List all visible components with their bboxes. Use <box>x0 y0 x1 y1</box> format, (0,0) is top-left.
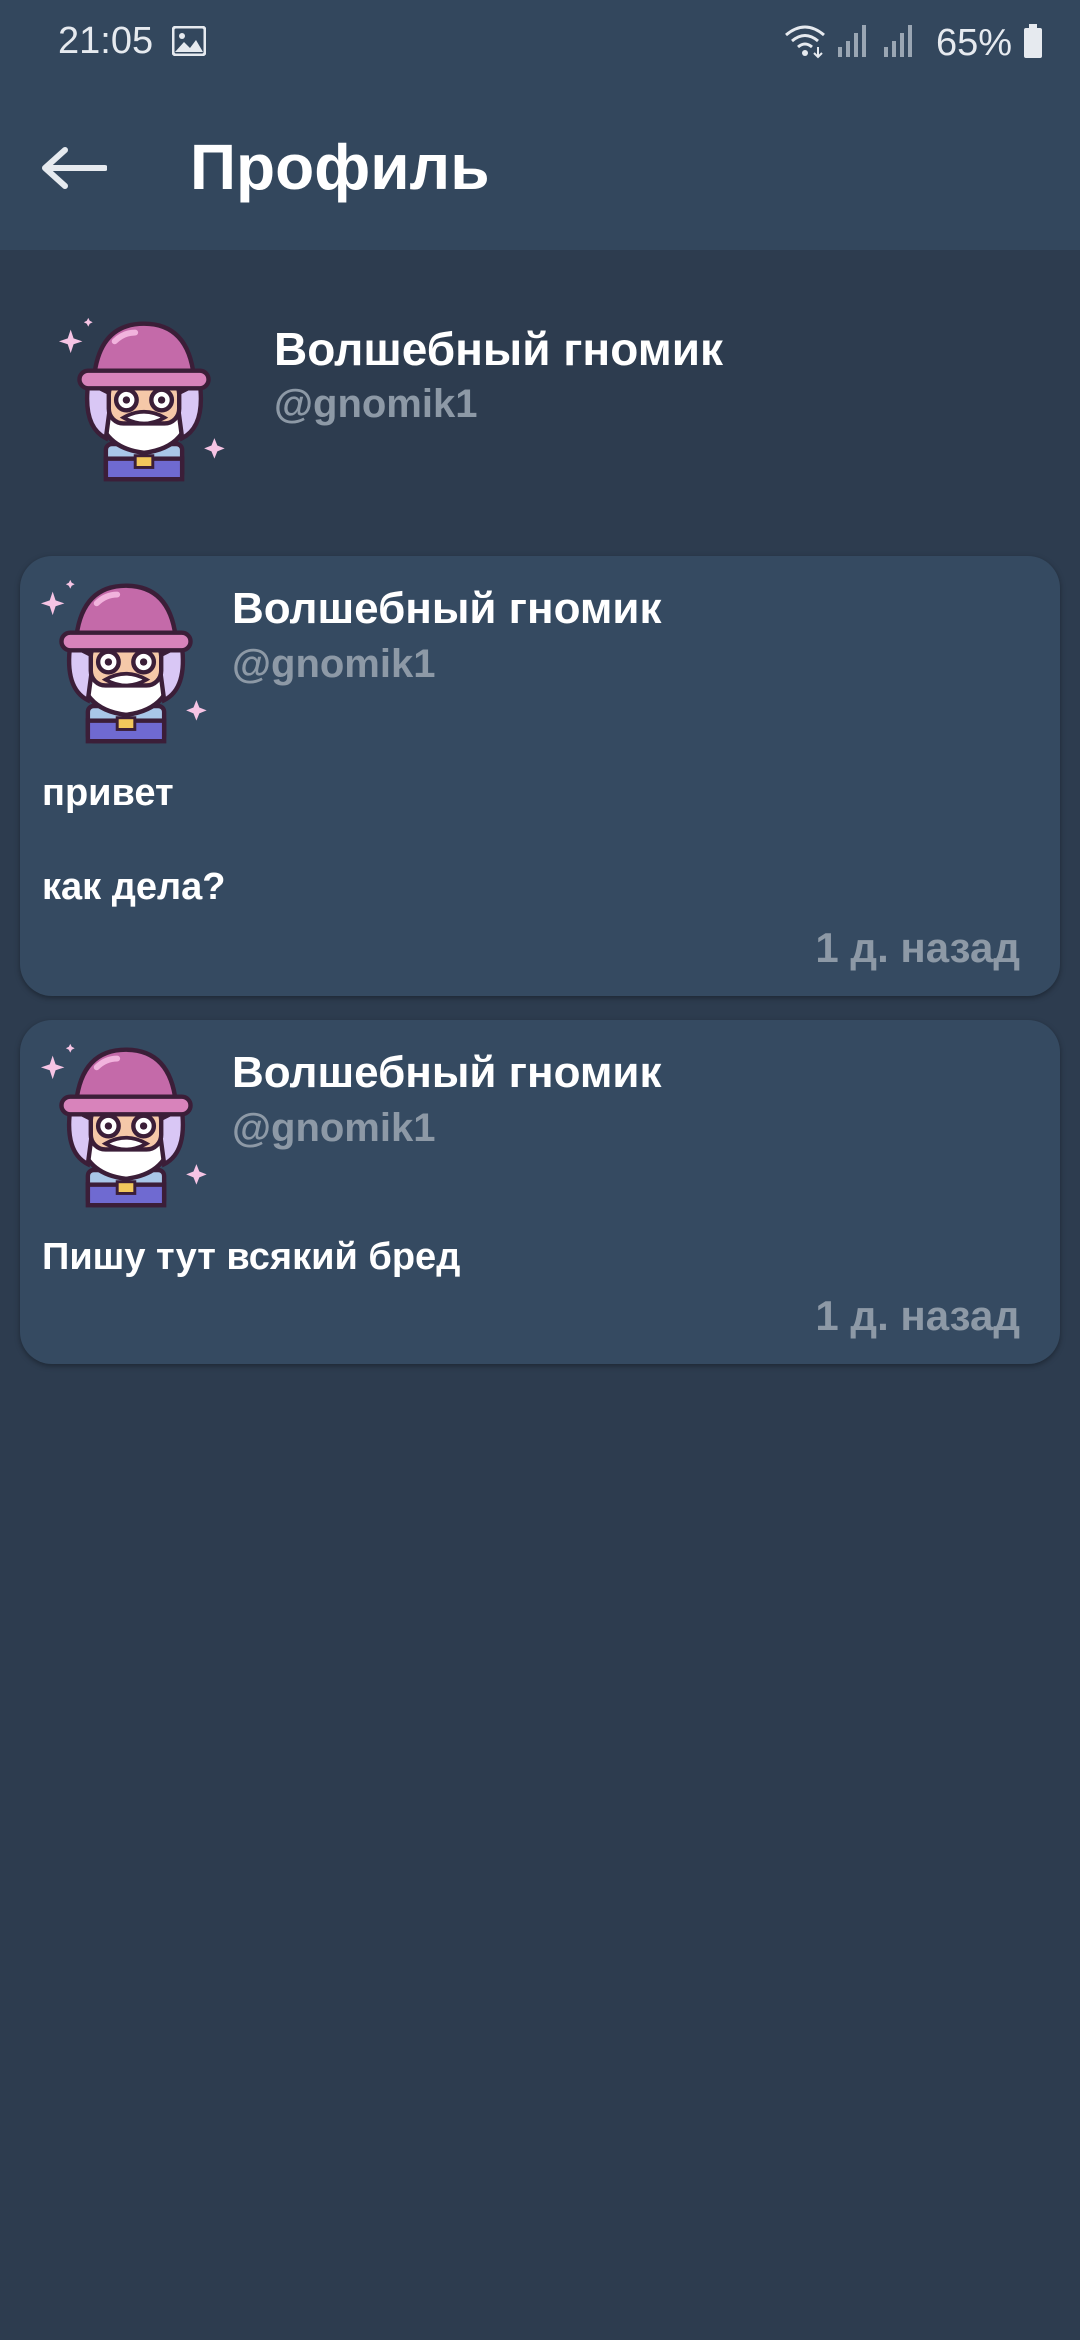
page-title: Профиль <box>190 131 490 203</box>
battery-percent: 65% <box>935 21 1012 64</box>
battery-icon <box>1022 23 1044 64</box>
post-text-line: Пишу тут всякий бред <box>42 1236 461 1278</box>
post-card[interactable]: Волшебный гномик @gnomik1 привет как дел… <box>20 556 1060 996</box>
gnome-avatar-icon <box>38 574 214 750</box>
gnome-avatar-icon <box>56 312 232 488</box>
app-bar: Профиль <box>0 86 1080 250</box>
post-timestamp: 1 д. назад <box>815 924 1020 971</box>
status-indicators: 65% <box>784 18 1044 68</box>
post-author-username: @gnomik1 <box>232 642 436 686</box>
post-text-line: привет <box>42 772 174 814</box>
signal-icon <box>882 23 918 64</box>
image-icon <box>171 25 207 61</box>
avatar[interactable] <box>56 312 232 493</box>
signal-icon <box>836 23 872 64</box>
avatar[interactable] <box>38 574 214 755</box>
profile-username: @gnomik1 <box>274 382 478 426</box>
gnome-avatar-icon <box>38 1038 214 1214</box>
profile-header: Волшебный гномик @gnomik1 <box>0 250 1080 520</box>
post-author-username: @gnomik1 <box>232 1106 436 1150</box>
status-bar: 21:05 65% <box>0 0 1080 86</box>
post-card[interactable]: Волшебный гномик @gnomik1 Пишу тут всяки… <box>20 1020 1060 1364</box>
post-author-name: Волшебный гномик <box>232 1048 662 1097</box>
post-timestamp: 1 д. назад <box>815 1292 1020 1339</box>
back-button[interactable] <box>26 122 122 218</box>
post-author-name: Волшебный гномик <box>232 584 662 633</box>
post-text-line: как дела? <box>42 866 226 908</box>
arrow-left-icon <box>41 146 108 195</box>
profile-name: Волшебный гномик <box>274 323 724 375</box>
wifi-icon <box>784 23 826 64</box>
avatar[interactable] <box>38 1038 214 1219</box>
status-time: 21:05 <box>58 20 154 62</box>
